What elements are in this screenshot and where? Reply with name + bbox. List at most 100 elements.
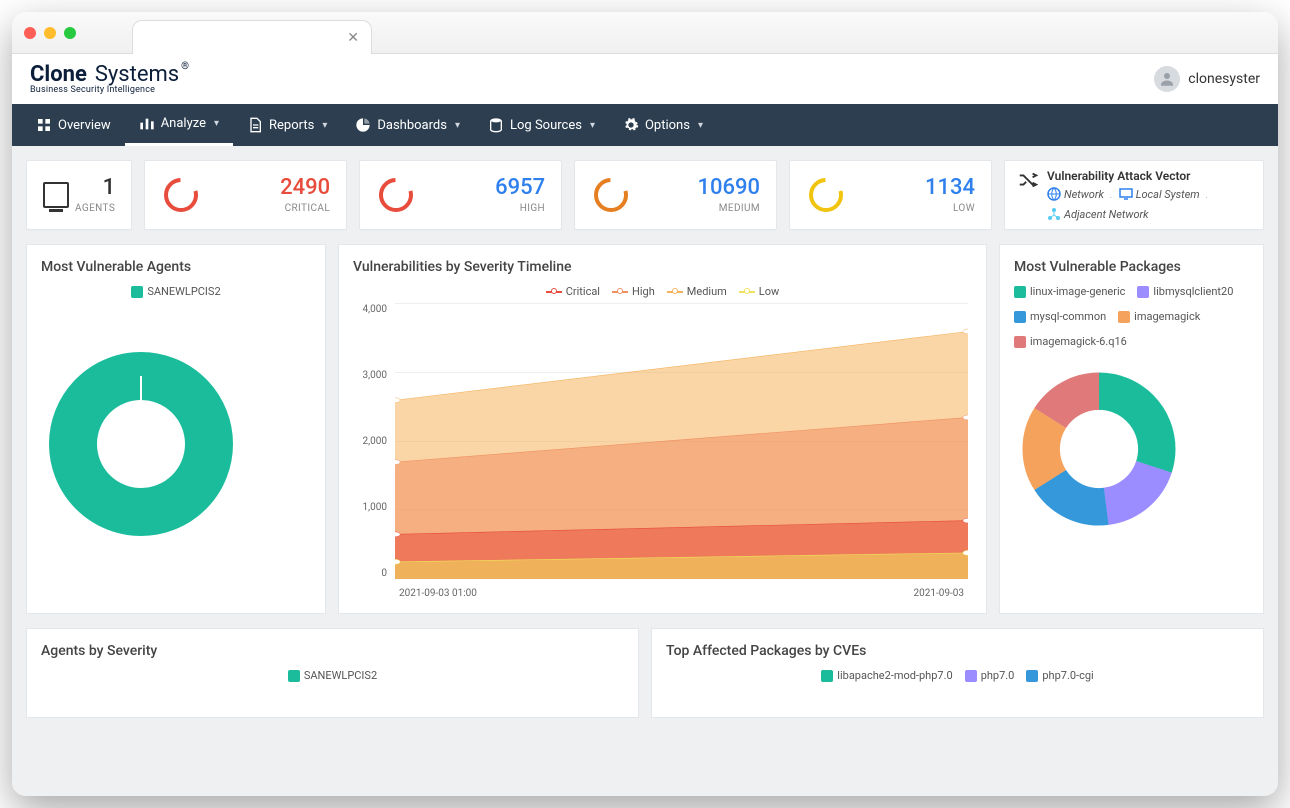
database-icon	[488, 117, 504, 133]
nav-logsources[interactable]: Log Sources ▾	[474, 104, 609, 146]
legend-item[interactable]: php7.0-cgi	[1026, 669, 1093, 682]
legend-item[interactable]: libmysqlclient20	[1137, 285, 1233, 298]
legend-label: imagemagick	[1134, 310, 1200, 323]
legend-label: SANEWLPCIS2	[304, 669, 377, 682]
legend-item[interactable]: SANEWLPCIS2	[288, 669, 377, 682]
browser-window: ✕ Clone Systems ® Business Security Inte…	[12, 12, 1278, 796]
stat-medium[interactable]: 10690 MEDIUM	[574, 160, 777, 230]
panel-row-2: Agents by Severity SANEWLPCIS2 Top Affec…	[26, 628, 1264, 718]
legend-item[interactable]: High	[612, 285, 655, 298]
brand-word-1: Clone	[30, 64, 87, 86]
legend-label: linux-image-generic	[1030, 285, 1125, 298]
legend-label: High	[632, 285, 655, 298]
y-axis: 4,000 3,000 2,000 1,000 0	[353, 304, 393, 579]
donut-chart[interactable]	[41, 344, 241, 544]
legend-label: Critical	[566, 285, 600, 298]
x-tick: 2021-09-03	[914, 588, 965, 599]
donut-chart[interactable]	[1014, 364, 1184, 534]
legend-item[interactable]: php7.0	[965, 669, 1015, 682]
ring-icon	[806, 175, 846, 215]
y-tick: 2,000	[363, 436, 387, 447]
chevron-down-icon: ▾	[214, 118, 219, 129]
monitor-icon	[1119, 187, 1133, 201]
stat-low[interactable]: 1134 LOW	[789, 160, 992, 230]
title-bar: ✕	[12, 12, 1278, 54]
legend: linux-image-generic libmysqlclient20 mysql…	[1014, 285, 1249, 348]
legend-item[interactable]: Low	[739, 285, 779, 298]
legend: libapache2-mod-php7.0 php7.0 php7.0-cgi	[666, 669, 1249, 682]
nav-label: Reports	[269, 118, 314, 133]
legend-item[interactable]: linux-image-generic	[1014, 285, 1125, 298]
nav-label: Overview	[58, 118, 111, 133]
legend-item[interactable]: imagemagick-6.q16	[1014, 335, 1127, 348]
chevron-down-icon: ▾	[698, 120, 703, 131]
stat-value: 1134	[925, 177, 975, 199]
close-window-icon[interactable]	[24, 27, 36, 39]
legend-label: Medium	[687, 285, 727, 298]
maximize-window-icon[interactable]	[64, 27, 76, 39]
stat-label: AGENTS	[75, 203, 115, 214]
legend-label: imagemagick-6.q16	[1030, 335, 1127, 348]
window-controls	[24, 27, 76, 39]
legend-label: php7.0-cgi	[1042, 669, 1093, 682]
area-chart[interactable]: 4,000 3,000 2,000 1,000 0 2021-09-03 01:…	[353, 304, 972, 599]
legend-item[interactable]: mysql-common	[1014, 310, 1106, 323]
panel-most-vulnerable-packages: Most Vulnerable Packages linux-image-gen…	[999, 244, 1264, 614]
globe-icon	[1047, 187, 1061, 201]
pie-icon	[355, 117, 371, 133]
panel-most-vulnerable-agents: Most Vulnerable Agents SANEWLPCIS2	[26, 244, 326, 614]
nav-analyze[interactable]: Analyze ▾	[125, 104, 233, 146]
panel-title: Most Vulnerable Agents	[41, 259, 311, 275]
legend-item[interactable]: SANEWLPCIS2	[131, 285, 220, 298]
nav-dashboards[interactable]: Dashboards ▾	[341, 104, 474, 146]
stat-value: 10690	[698, 177, 761, 199]
brand-word-2: Systems	[95, 64, 179, 86]
panel-title: Agents by Severity	[41, 643, 624, 659]
content-area: 1 AGENTS 2490 CRITICAL 6957 HIGH	[12, 146, 1278, 796]
y-tick: 4,000	[363, 304, 387, 315]
user-menu[interactable]: clonesyster	[1154, 66, 1260, 92]
monitor-icon	[43, 182, 69, 208]
panel-title: Vulnerabilities by Severity Timeline	[353, 259, 972, 275]
legend: SANEWLPCIS2	[41, 669, 624, 682]
legend-item[interactable]: imagemagick	[1118, 310, 1200, 323]
stat-critical[interactable]: 2490 CRITICAL	[144, 160, 347, 230]
nav-label: Dashboards	[377, 118, 447, 133]
legend: SANEWLPCIS2	[41, 285, 311, 298]
panel-agents-by-severity: Agents by Severity SANEWLPCIS2	[26, 628, 639, 718]
registered-icon: ®	[181, 62, 189, 72]
ring-icon	[376, 175, 416, 215]
analyze-icon	[139, 116, 155, 132]
nav-label: Options	[645, 118, 690, 133]
nav-label: Log Sources	[510, 118, 582, 133]
browser-tab[interactable]: ✕	[132, 20, 372, 54]
y-tick: 0	[381, 568, 387, 579]
nav-reports[interactable]: Reports ▾	[233, 104, 341, 146]
legend-label: mysql-common	[1030, 310, 1106, 323]
legend-label: libmysqlclient20	[1153, 285, 1233, 298]
vav-label: Network	[1064, 188, 1104, 201]
vav-title: Vulnerability Attack Vector	[1047, 169, 1251, 183]
legend-label: SANEWLPCIS2	[147, 285, 220, 298]
x-tick: 2021-09-03 01:00	[399, 588, 477, 599]
legend-item[interactable]: libapache2-mod-php7.0	[821, 669, 952, 682]
panel-row: Most Vulnerable Agents SANEWLPCIS2 Vulne…	[26, 244, 1264, 614]
panel-top-affected-packages: Top Affected Packages by CVEs libapache2…	[651, 628, 1264, 718]
stat-attack-vector[interactable]: Vulnerability Attack Vector Network . Lo…	[1004, 160, 1264, 230]
logo: Clone Systems ® Business Security Intell…	[30, 64, 189, 95]
network-icon	[1047, 207, 1061, 221]
stat-label: HIGH	[495, 203, 545, 214]
stat-high[interactable]: 6957 HIGH	[359, 160, 562, 230]
stat-value: 2490	[280, 177, 330, 199]
close-tab-icon[interactable]: ✕	[347, 30, 359, 46]
minimize-window-icon[interactable]	[44, 27, 56, 39]
legend-label: php7.0	[981, 669, 1015, 682]
nav-options[interactable]: Options ▾	[609, 104, 717, 146]
document-icon	[247, 117, 263, 133]
ring-icon	[591, 175, 631, 215]
legend-item[interactable]: Medium	[667, 285, 727, 298]
stat-agents[interactable]: 1 AGENTS	[26, 160, 132, 230]
nav-overview[interactable]: Overview	[22, 104, 125, 146]
legend-item[interactable]: Critical	[546, 285, 600, 298]
chevron-down-icon: ▾	[455, 120, 460, 131]
